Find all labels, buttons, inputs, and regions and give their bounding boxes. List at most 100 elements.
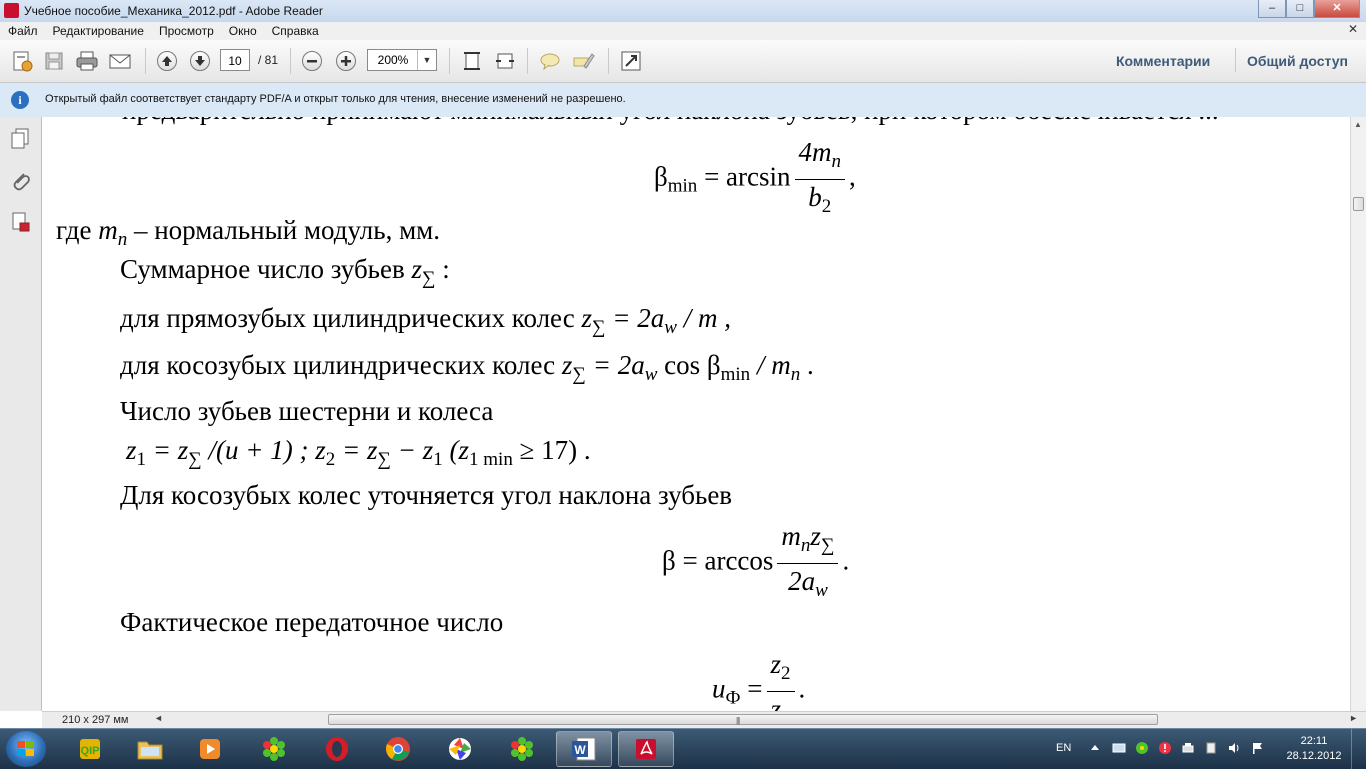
formula-text: / m bbox=[750, 350, 791, 380]
taskbar-app-media[interactable] bbox=[182, 731, 238, 767]
highlight-button[interactable] bbox=[572, 49, 596, 73]
toolbar-separator bbox=[290, 48, 291, 74]
chevron-down-icon[interactable]: ▼ bbox=[417, 50, 436, 70]
adobe-reader-icon bbox=[4, 3, 19, 18]
comments-button[interactable]: Комментарии bbox=[1116, 53, 1210, 69]
taskbar-app-icq2[interactable] bbox=[494, 731, 550, 767]
formula-text: . bbox=[800, 350, 814, 380]
menu-help[interactable]: Справка bbox=[264, 22, 326, 40]
formula-text: . bbox=[842, 545, 850, 576]
taskbar-app-explorer[interactable] bbox=[122, 731, 178, 767]
expand-button[interactable] bbox=[619, 49, 643, 73]
show-desktop-button[interactable] bbox=[1351, 729, 1366, 769]
formula-text: : bbox=[435, 254, 450, 284]
formula-sub: 2 bbox=[821, 196, 832, 217]
close-button[interactable]: ✕ bbox=[1314, 0, 1360, 18]
pages-icon bbox=[11, 128, 29, 149]
signatures-panel-button[interactable] bbox=[9, 211, 31, 233]
zoom-select[interactable]: 200% ▼ bbox=[367, 49, 437, 71]
page-total: / 81 bbox=[258, 53, 279, 67]
page-number-input[interactable]: 10 bbox=[220, 49, 250, 71]
save-button[interactable] bbox=[42, 49, 66, 73]
scroll-up-icon[interactable]: ▲ bbox=[1354, 120, 1362, 129]
menu-edit[interactable]: Редактирование bbox=[45, 22, 151, 40]
language-indicator[interactable]: EN bbox=[1056, 742, 1071, 754]
formula-text: 2a bbox=[788, 566, 816, 596]
tray-flag-icon[interactable] bbox=[1250, 741, 1264, 755]
tray-network-icon[interactable] bbox=[1112, 741, 1126, 755]
paragraph-text: для косозубых цилиндрических колес bbox=[120, 350, 562, 380]
menu-window[interactable]: Окно bbox=[221, 22, 264, 40]
previous-page-button[interactable] bbox=[155, 49, 179, 73]
create-pdf-button[interactable] bbox=[10, 49, 34, 73]
text-gde: где mn – нормальный модуль, мм. bbox=[56, 215, 440, 251]
pdfa-info-bar: i Открытый файл соответствует стандарту … bbox=[0, 83, 1366, 118]
expand-icon bbox=[621, 51, 641, 71]
taskbar-app-qip[interactable]: QIP bbox=[62, 731, 118, 767]
arrow-up-icon bbox=[157, 51, 177, 71]
maximize-button[interactable]: □ bbox=[1286, 0, 1314, 18]
scroll-left-icon[interactable]: ◄ bbox=[154, 713, 163, 723]
taskbar-app-adobe-reader[interactable] bbox=[618, 731, 674, 767]
tray-icq-icon[interactable] bbox=[1135, 741, 1149, 755]
fit-width-button[interactable] bbox=[493, 49, 517, 73]
pages-panel-button[interactable] bbox=[9, 127, 31, 149]
minimize-button[interactable]: – bbox=[1258, 0, 1286, 18]
formula-sub: n bbox=[831, 151, 842, 172]
vertical-scrollbar[interactable]: ▲ bbox=[1350, 117, 1366, 711]
window-controls: – □ ✕ bbox=[1258, 0, 1360, 18]
horizontal-scroll-thumb[interactable]: ||| bbox=[328, 714, 1158, 725]
zoom-out-button[interactable] bbox=[300, 49, 324, 73]
taskbar-app-chrome[interactable] bbox=[370, 731, 426, 767]
menu-bar: Файл Редактирование Просмотр Окно Справка ✕ bbox=[0, 22, 1366, 40]
formula-sub: n bbox=[117, 229, 128, 250]
grip-icon: ||| bbox=[736, 716, 740, 725]
taskbar-app-picasa[interactable] bbox=[432, 731, 488, 767]
arrow-down-icon bbox=[190, 51, 210, 71]
icq-flower-icon bbox=[263, 737, 285, 761]
formula-text: . bbox=[798, 673, 806, 704]
close-document-icon[interactable]: ✕ bbox=[1348, 22, 1358, 36]
share-button[interactable]: Общий доступ bbox=[1247, 53, 1348, 69]
comment-icon bbox=[540, 53, 560, 71]
tray-volume-icon[interactable] bbox=[1227, 741, 1241, 755]
print-button[interactable] bbox=[75, 49, 99, 73]
menu-view[interactable]: Просмотр bbox=[151, 22, 221, 40]
tray-printer-icon[interactable] bbox=[1181, 741, 1195, 755]
formula-sub: ∑ bbox=[188, 449, 202, 470]
fit-page-button[interactable] bbox=[460, 49, 484, 73]
zoom-in-button[interactable] bbox=[334, 49, 358, 73]
add-comment-button[interactable] bbox=[538, 49, 562, 73]
tray-devices-icon[interactable] bbox=[1204, 741, 1218, 755]
scroll-right-icon[interactable]: ► bbox=[1349, 713, 1358, 723]
formula-sub: min bbox=[720, 364, 751, 385]
qip-icon: QIP bbox=[80, 739, 100, 759]
formula-sub: ∑ bbox=[820, 535, 835, 556]
text-teeth-count: Число зубьев шестерни и колеса bbox=[120, 396, 494, 426]
formula-text: cos β bbox=[657, 350, 721, 380]
toolbar-separator bbox=[145, 48, 146, 74]
formula-sub: 2 bbox=[325, 449, 336, 470]
vertical-scroll-thumb[interactable] bbox=[1353, 197, 1364, 211]
paragraph-text: где bbox=[56, 215, 99, 245]
paperclip-icon bbox=[13, 173, 30, 191]
attachments-panel-button[interactable] bbox=[9, 169, 31, 191]
formula-text: ≥ 17) . bbox=[512, 435, 591, 465]
tray-arrow-icon[interactable] bbox=[1088, 741, 1102, 755]
pen-icon bbox=[573, 53, 595, 69]
taskbar-app-word[interactable]: W bbox=[556, 731, 612, 767]
status-bar: 210 x 297 мм ◄ ||| ► bbox=[42, 711, 1366, 729]
formula-text: β = arccos bbox=[662, 545, 774, 576]
start-button[interactable] bbox=[6, 731, 46, 767]
fit-width-icon bbox=[496, 53, 514, 69]
taskbar-app-icq[interactable] bbox=[246, 731, 302, 767]
word-icon: W bbox=[572, 737, 596, 761]
email-button[interactable] bbox=[108, 49, 132, 73]
cut-text-line: предварительно принимают минимальный уго… bbox=[122, 117, 1219, 126]
menu-file[interactable]: Файл bbox=[0, 22, 45, 40]
next-page-button[interactable] bbox=[188, 49, 212, 73]
taskbar-app-opera[interactable] bbox=[309, 731, 365, 767]
tray-alert-icon[interactable] bbox=[1158, 741, 1172, 755]
envelope-icon bbox=[109, 54, 131, 69]
system-clock[interactable]: 22:11 28.12.2012 bbox=[1284, 734, 1344, 764]
